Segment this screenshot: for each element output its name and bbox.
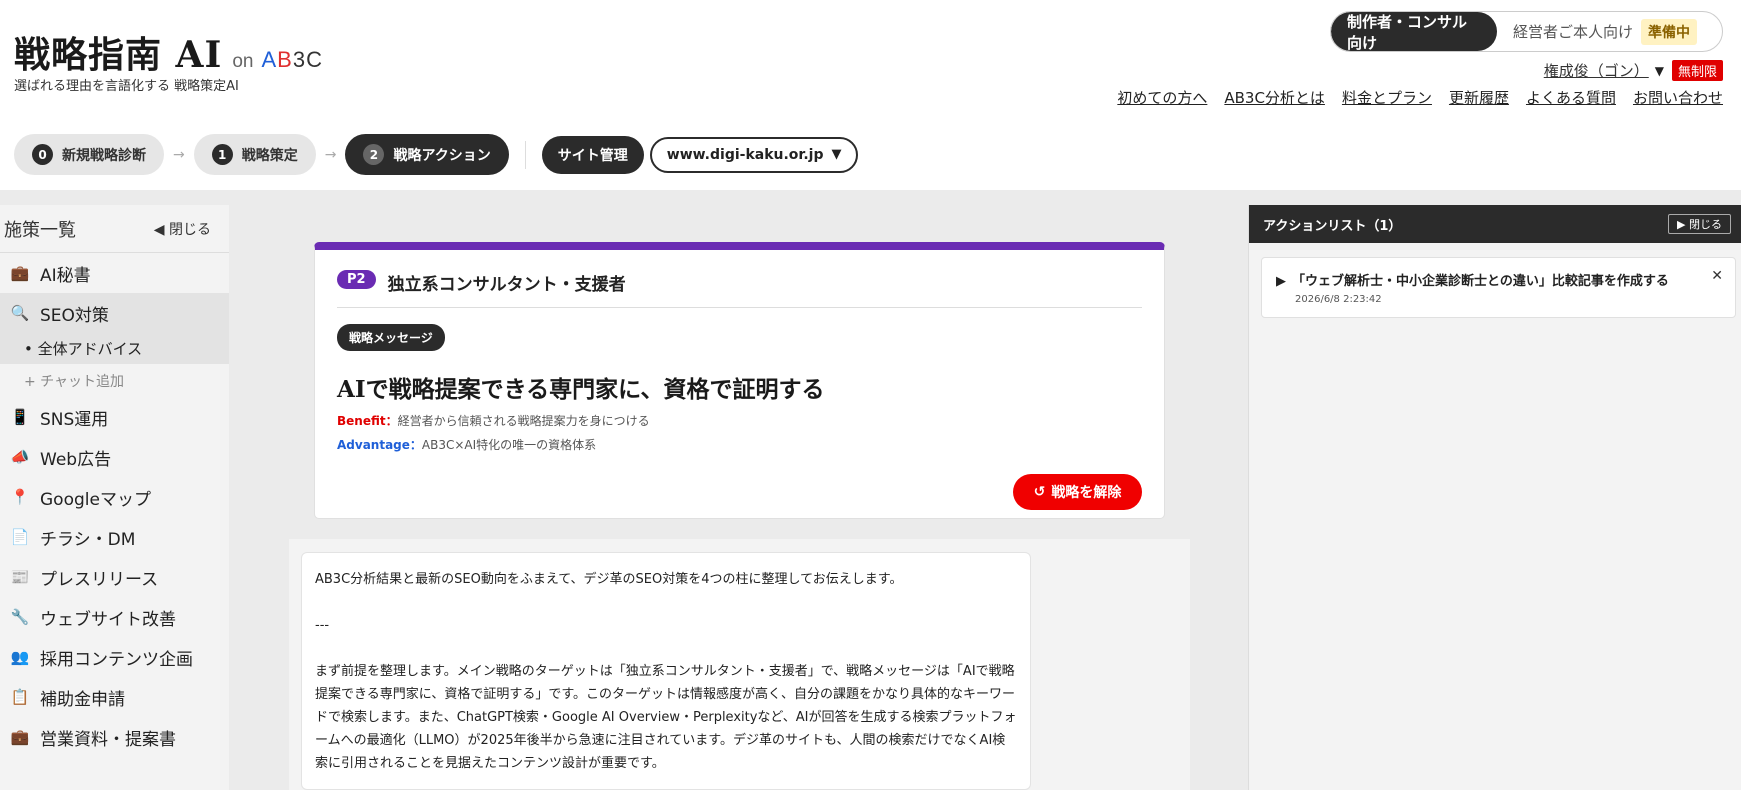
document-icon: 📄 (10, 528, 30, 546)
action-list-close-button[interactable]: ▶ 閉じる (1668, 214, 1731, 234)
action-item-title: 「ウェブ解析士・中小企業診断士との違い」比較記事を作成する (1292, 274, 1669, 289)
persona-badge: P2 (337, 270, 376, 289)
caret-down-icon: ▼ (831, 147, 842, 162)
site-admin-button[interactable]: サイト管理 (541, 135, 644, 174)
pin-icon: 📍 (10, 488, 30, 506)
close-icon[interactable]: ✕ (1711, 268, 1723, 284)
ab3c-logo: AB3C (261, 47, 323, 72)
card-target: 独立系コンサルタント・支援者 (387, 275, 626, 295)
sidebar-item-google-maps[interactable]: 📍 Googleマップ (0, 477, 229, 517)
measures-sidebar: 施策一覧 ◀ 閉じる 💼 AI秘書 🔍 SEO対策 • 全体アドバイス + チャット… (0, 205, 229, 790)
sidebar-item-sales-materials[interactable]: 💼 営業資料・提案書 (0, 717, 229, 757)
link-beginners[interactable]: 初めての方へ (1117, 87, 1207, 108)
plan-badge: 無制限 (1671, 60, 1723, 81)
strategy-message-badge: 戦略メッセージ (337, 324, 445, 351)
sidebar-item-sns[interactable]: 📱 SNS運用 (0, 397, 229, 437)
sidebar-close-button[interactable]: ◀ 閉じる (154, 219, 211, 239)
arrow-right-icon: → (324, 146, 337, 163)
sidebar-subitem-overall-advice[interactable]: • 全体アドバイス (0, 333, 229, 364)
step-strategy[interactable]: 1 戦略策定 (193, 134, 316, 175)
coming-soon-badge: 準備中 (1641, 18, 1698, 45)
step-nav: 0 新規戦略診断 → 1 戦略策定 → 2 戦略アクション サイト管理 www.… (14, 134, 859, 175)
megaphone-icon: 📣 (10, 448, 30, 466)
link-changelog[interactable]: 更新履歴 (1449, 87, 1509, 108)
add-chat-button[interactable]: + チャット追加 (0, 364, 229, 397)
card-header: P2 独立系コンサルタント・支援者 (337, 270, 1142, 308)
chat-paragraph: AB3C分析結果と最新のSEO動向をふまえて、デジ革のSEO対策を4つの柱に整理… (315, 572, 903, 587)
action-item-date: 2026/6/8 2:23:42 (1295, 294, 1382, 305)
sidebar-item-web-ads[interactable]: 📣 Web広告 (0, 437, 229, 477)
arrow-right-icon: → (173, 146, 185, 163)
strategy-card: P2 独立系コンサルタント・支援者 戦略メッセージ AIで戦略提案できる専門家に… (314, 242, 1165, 519)
chat-paragraph: まず前提を整理します。メイン戦略のターゲットは「独立系コンサルタント・支援者」で… (315, 664, 1017, 771)
expand-triangle-icon[interactable]: ▶ (1276, 274, 1286, 289)
sidebar-title: 施策一覧 (4, 219, 76, 241)
step-strategy-action[interactable]: 2 戦略アクション (345, 134, 509, 175)
action-list-title: アクションリスト（1） (1263, 218, 1402, 234)
phone-icon: 📱 (10, 408, 30, 426)
newspaper-icon: 📰 (10, 568, 30, 586)
search-icon: 🔍 (10, 304, 30, 322)
brand[interactable]: 戦略指南 AI on AB3C (14, 26, 323, 78)
sidebar-item-flyer-dm[interactable]: 📄 チラシ・DM (0, 517, 229, 557)
user-menu[interactable]: 権成俊（ゴン） ▼ 無制限 (1544, 60, 1723, 81)
mode-owner-label: 経営者ご本人向け (1513, 23, 1634, 41)
sidebar-item-seo[interactable]: 🔍 SEO対策 (0, 293, 229, 333)
link-contact[interactable]: お問い合わせ (1633, 87, 1723, 108)
action-list-header: アクションリスト（1） ▶ 閉じる (1249, 205, 1741, 243)
wrench-icon: 🔧 (10, 608, 30, 626)
mode-owner-button[interactable]: 経営者ご本人向け 準備中 (1497, 12, 1698, 51)
strategy-message: AIで戦略提案できる専門家に、資格で証明する (337, 376, 825, 403)
brand-on: on (232, 51, 254, 72)
chat-paragraph: --- (315, 618, 330, 633)
briefcase-icon: 💼 (10, 264, 30, 282)
user-name[interactable]: 権成俊（ゴン） (1544, 60, 1649, 81)
mode-toggle: 制作者・コンサル向け 経営者ご本人向け 準備中 (1330, 11, 1723, 52)
mode-creator-button[interactable]: 制作者・コンサル向け (1331, 12, 1497, 51)
tagline: 選ばれる理由を言語化する 戦略策定AI (14, 79, 239, 94)
action-list-panel: アクションリスト（1） ▶ 閉じる ▶ 「ウェブ解析士・中小企業診断士との違い」比… (1248, 205, 1741, 790)
step-new-diagnosis[interactable]: 0 新規戦略診断 (14, 134, 164, 175)
sidebar-header: 施策一覧 ◀ 閉じる (0, 205, 229, 253)
sidebar-item-press-release[interactable]: 📰 プレスリリース (0, 557, 229, 597)
top-links: 初めての方へ AB3C分析とは 料金とプラン 更新履歴 よくある質問 お問い合わ… (1117, 87, 1723, 108)
caret-down-icon[interactable]: ▼ (1655, 64, 1664, 78)
domain-select[interactable]: www.digi-kaku.or.jp ▼ (649, 136, 859, 173)
brand-title: 戦略指南 AI (14, 34, 223, 76)
domain-value: www.digi-kaku.or.jp (666, 146, 824, 163)
action-item[interactable]: ▶ 「ウェブ解析士・中小企業診断士との違い」比較記事を作成する 2026/6/8 … (1261, 257, 1736, 318)
release-strategy-button[interactable]: ↺ 戦略を解除 (1013, 474, 1142, 510)
sidebar-item-recruiting-content[interactable]: 👥 採用コンテンツ企画 (0, 637, 229, 677)
refresh-icon: ↺ (1033, 484, 1046, 500)
sidebar-item-ai-secretary[interactable]: 💼 AI秘書 (0, 253, 229, 293)
chat-message: AB3C分析結果と最新のSEO動向をふまえて、デジ革のSEO対策を4つの柱に整理… (301, 552, 1031, 790)
divider (524, 140, 526, 169)
app-header: 戦略指南 AI on AB3C 選ばれる理由を言語化する 戦略策定AI 制作者・… (0, 0, 1741, 190)
advantage-line: Advantage：AB3C×AI特化の唯一の資格体系 (337, 438, 597, 452)
link-pricing[interactable]: 料金とプラン (1342, 87, 1432, 108)
link-ab3c[interactable]: AB3C分析とは (1224, 87, 1325, 108)
sidebar-item-subsidy[interactable]: 📋 補助金申請 (0, 677, 229, 717)
link-faq[interactable]: よくある質問 (1526, 87, 1616, 108)
sidebar-item-website-improvement[interactable]: 🔧 ウェブサイト改善 (0, 597, 229, 637)
briefcase-icon: 💼 (10, 728, 30, 746)
benefit-line: Benefit：経営者から信頼される戦略提案力を身につける (337, 414, 650, 428)
people-icon: 👥 (10, 648, 30, 666)
clipboard-icon: 📋 (10, 688, 30, 706)
